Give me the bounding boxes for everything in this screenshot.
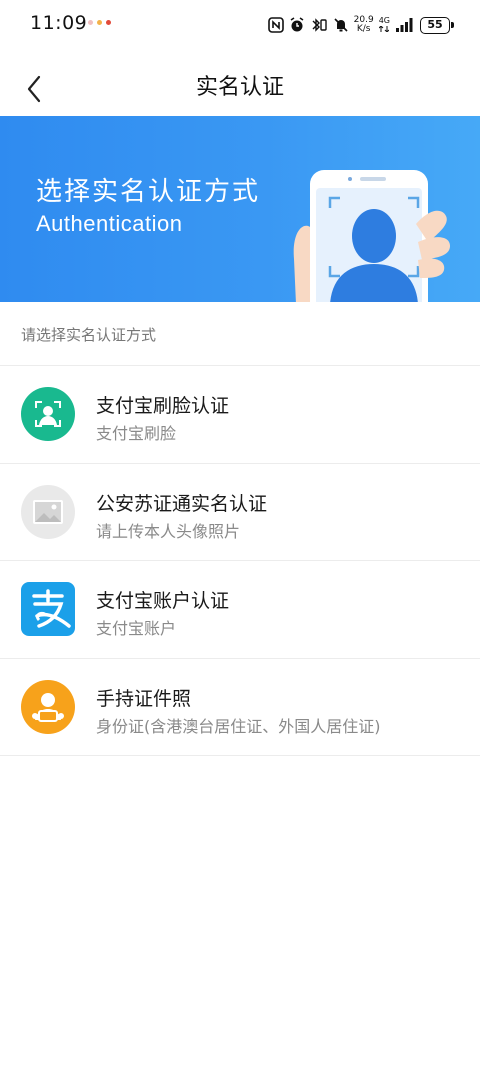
method-hand-held-id[interactable]: 手持证件照 身份证(含港澳台居住证、外国人居住证) [0, 659, 480, 756]
hand-held-id-icon [21, 679, 75, 734]
image-placeholder-icon [21, 484, 75, 539]
method-title: 公安苏证通实名认证 [96, 492, 268, 515]
data-arrows-icon [378, 25, 390, 33]
network-type: 4G [379, 16, 390, 34]
method-desc: 请上传本人头像照片 [96, 521, 241, 541]
notification-dots-icon [88, 19, 118, 27]
status-icons: 20.9 K/s 4G 55 [267, 14, 454, 36]
banner: 选择实名认证方式 Authentication [0, 116, 480, 302]
method-desc: 支付宝刷脸 [96, 424, 177, 443]
nfc-icon [267, 17, 284, 33]
method-alipay-face[interactable]: 支付宝刷脸认证 支付宝刷脸 [0, 366, 480, 464]
battery-icon: 55 [420, 16, 454, 34]
method-title: 支付宝账户认证 [96, 590, 230, 612]
method-desc: 支付宝账户 [96, 619, 177, 638]
status-bar: 11:09 20.9 K/s 4G 55 [0, 0, 480, 50]
method-desc: 身份证(含港澳台居住证、外国人居住证) [96, 716, 381, 736]
method-title: 支付宝刷脸认证 [96, 395, 230, 417]
method-alipay-account[interactable]: 支付宝账户认证 支付宝账户 [0, 561, 480, 659]
phone-face-scan-illustration [293, 170, 450, 302]
signal-icon [396, 18, 413, 32]
network-speed-unit: K/s [356, 24, 371, 34]
section-label: 请选择实名认证方式 [21, 326, 157, 344]
alipay-icon [21, 582, 75, 636]
alarm-icon [290, 17, 304, 32]
network-speed: 20.9 K/s [354, 16, 374, 34]
auth-method-list: 支付宝刷脸认证 支付宝刷脸 公安苏证通实名认证 请上传本人头像照片 支付宝账户认… [0, 366, 480, 756]
banner-title: 选择实名认证方式 [36, 177, 261, 207]
method-title: 手持证件照 [96, 687, 192, 710]
method-police-photo[interactable]: 公安苏证通实名认证 请上传本人头像照片 [0, 464, 480, 561]
mute-icon [334, 18, 348, 32]
nav-bar: 实名认证 [0, 50, 480, 116]
network-type-label: 4G [378, 16, 390, 25]
bluetooth-vibrate-icon [312, 18, 327, 32]
page-title: 实名认证 [195, 75, 284, 100]
banner-subtitle: Authentication [36, 211, 183, 236]
status-time: 11:09 [30, 12, 88, 34]
face-scan-icon [21, 387, 75, 441]
